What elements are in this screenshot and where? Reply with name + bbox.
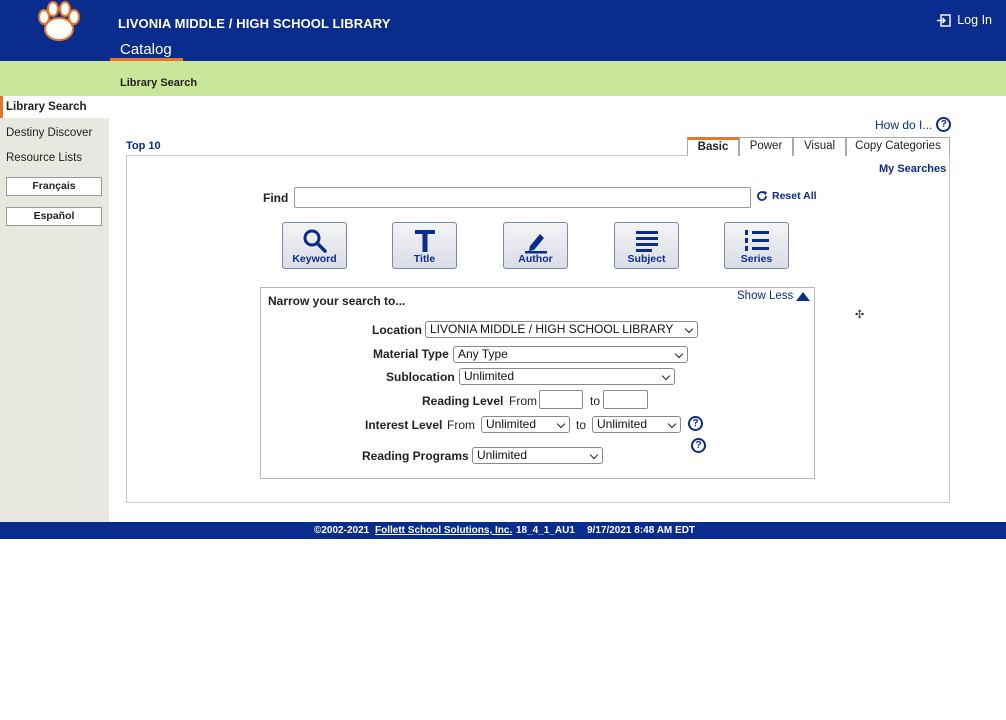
footer-company-link[interactable]: Follett School Solutions, Inc. [375, 522, 512, 539]
lines-icon [635, 231, 658, 252]
tab-visual[interactable]: Visual [793, 137, 846, 156]
keyword-label: Keyword [292, 253, 337, 265]
reset-icon [757, 191, 767, 201]
reading-programs-label: Reading Programs [362, 449, 469, 463]
interest-from-text: From [447, 418, 475, 432]
reading-to-text: to [590, 394, 601, 408]
how-do-i-link[interactable]: How do I... ? [875, 117, 952, 132]
footer-version: 18_4_1_AU1 [516, 525, 575, 536]
interest-level-to-select[interactable]: Unlimited [592, 416, 681, 433]
search-mode-tabs: Basic Power Visual Copy Categories [687, 137, 950, 156]
tab-basic[interactable]: Basic [687, 137, 739, 156]
sublocation-select[interactable]: Unlimited [459, 368, 675, 385]
interest-help-icon[interactable]: ? [688, 416, 703, 431]
subbar-label[interactable]: Library Search [120, 77, 197, 89]
footer-timestamp: 9/17/2021 8:48 AM EDT [587, 525, 696, 536]
my-searches-link[interactable]: My Searches [879, 163, 946, 175]
tab-catalog[interactable]: Catalog [110, 41, 183, 61]
login-icon [937, 13, 951, 27]
reading-from-text: From [509, 394, 537, 408]
sub-navigation-bar: Library Search [0, 61, 1006, 96]
material-type-select[interactable]: Any Type [453, 346, 688, 363]
pencil-icon [524, 234, 547, 254]
login-link[interactable]: Log In [937, 13, 992, 27]
series-search-button[interactable]: Series [724, 222, 789, 269]
programs-help-icon[interactable]: ? [691, 438, 706, 453]
reset-all-button[interactable]: Reset All [756, 190, 817, 202]
title-search-button[interactable]: Title [392, 222, 457, 269]
reset-all-label: Reset All [772, 190, 817, 202]
show-less-link[interactable]: Show Less [737, 290, 811, 302]
tab-power[interactable]: Power [739, 137, 793, 156]
espanol-button[interactable]: Español [6, 207, 102, 226]
sublocation-label: Sublocation [386, 370, 455, 384]
numbered-list-icon [744, 230, 769, 251]
tab-copy-categories[interactable]: Copy Categories [846, 137, 950, 156]
reading-programs-select[interactable]: Unlimited [472, 447, 603, 464]
sidebar: Library Search Destiny Discover Resource… [0, 96, 109, 522]
help-icon: ? [936, 117, 952, 132]
show-less-label: Show Less [737, 290, 794, 302]
interest-to-text: to [576, 418, 587, 432]
find-input[interactable] [294, 187, 751, 208]
title-t-icon [414, 230, 435, 252]
reading-level-from-input[interactable] [539, 390, 583, 409]
narrow-title: Narrow your search to... [268, 294, 406, 308]
paw-icon[interactable] [35, 0, 83, 44]
sidebar-item-destiny-discover[interactable]: Destiny Discover [0, 122, 109, 144]
school-name: LIVONIA MIDDLE / HIGH SCHOOL LIBRARY [118, 16, 391, 31]
find-label: Find [263, 191, 289, 205]
material-type-label: Material Type [373, 347, 449, 361]
footer: ©2002-2021 Follett School Solutions, Inc… [0, 522, 1006, 539]
series-label: Series [740, 253, 773, 265]
keyword-search-button[interactable]: Keyword [282, 222, 347, 269]
move-cursor-icon: ✣ [855, 309, 865, 321]
author-search-button[interactable]: Author [503, 222, 568, 269]
how-do-i-label: How do I... [875, 117, 933, 132]
sidebar-item-resource-lists[interactable]: Resource Lists [0, 147, 109, 169]
top-10-link[interactable]: Top 10 [126, 140, 161, 152]
francais-button[interactable]: Français [6, 177, 102, 196]
location-label: Location [372, 323, 422, 337]
top-header: LIVONIA MIDDLE / HIGH SCHOOL LIBRARY Cat… [0, 0, 1006, 61]
interest-level-from-select[interactable]: Unlimited [481, 416, 570, 433]
reading-level-to-input[interactable] [603, 390, 648, 409]
location-select[interactable]: LIVONIA MIDDLE / HIGH SCHOOL LIBRARY [425, 321, 698, 338]
triangle-up-icon [796, 291, 811, 301]
magnifier-icon [303, 229, 327, 253]
subject-search-button[interactable]: Subject [614, 222, 679, 269]
subject-label: Subject [627, 253, 666, 265]
login-label: Log In [957, 13, 992, 27]
interest-level-label: Interest Level [365, 418, 443, 432]
author-label: Author [518, 253, 553, 265]
sidebar-item-library-search[interactable]: Library Search [0, 96, 109, 118]
footer-copyright: ©2002-2021 [314, 525, 370, 536]
title-label: Title [413, 253, 436, 265]
reading-level-label: Reading Level [422, 394, 504, 408]
